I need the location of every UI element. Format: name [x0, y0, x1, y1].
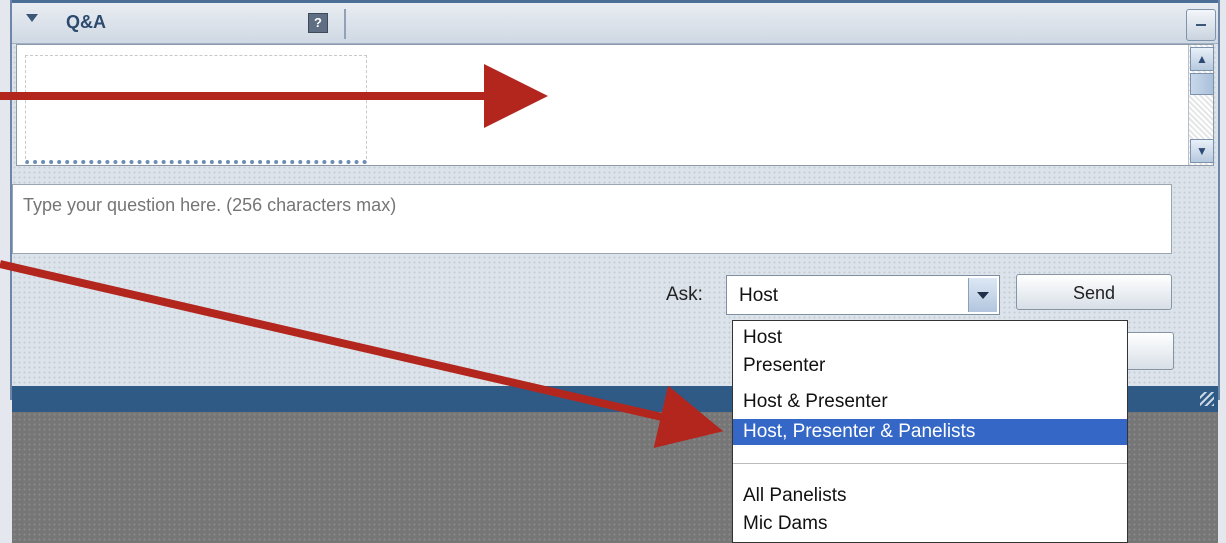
dropdown-option-all-panelists[interactable]: All Panelists: [733, 483, 1127, 509]
scroll-thumb[interactable]: [1190, 73, 1214, 95]
ask-recipient-select[interactable]: Host: [726, 275, 1000, 315]
dropdown-option-host[interactable]: Host: [733, 325, 1127, 351]
dropdown-divider: [733, 463, 1127, 464]
dropdown-option-mic-dams[interactable]: Mic Dams: [733, 511, 1127, 537]
panel-titlebar: Q&A ?: [12, 0, 1218, 44]
dropdown-arrow-icon[interactable]: [968, 278, 997, 312]
help-icon[interactable]: ?: [308, 13, 328, 33]
title-separator: [344, 9, 346, 39]
scroll-up-icon[interactable]: ▲: [1190, 47, 1214, 71]
ask-label: Ask:: [666, 284, 703, 305]
dropdown-option-blank[interactable]: [733, 445, 1127, 471]
ask-dropdown-list: Host Presenter Host & Presenter Host, Pr…: [732, 320, 1128, 543]
panel-title: Q&A: [66, 12, 106, 32]
send-button[interactable]: Send: [1016, 274, 1172, 310]
resize-grip-icon[interactable]: [1200, 392, 1214, 406]
vertical-scrollbar[interactable]: ▲ ▼: [1188, 45, 1214, 165]
minimize-icon[interactable]: [1186, 9, 1216, 41]
qa-entry-placeholder: [25, 55, 367, 164]
dropdown-option-host-presenter[interactable]: Host & Presenter: [733, 389, 1127, 415]
collapse-triangle-icon[interactable]: [26, 14, 38, 22]
dropdown-option-presenter[interactable]: Presenter: [733, 353, 1127, 379]
question-input[interactable]: [12, 184, 1172, 254]
ask-selected-value: Host: [739, 285, 779, 306]
dropdown-option-host-presenter-panelists[interactable]: Host, Presenter & Panelists: [733, 419, 1127, 445]
qa-message-list[interactable]: ▲ ▼: [16, 44, 1214, 166]
scroll-down-icon[interactable]: ▼: [1190, 139, 1214, 163]
